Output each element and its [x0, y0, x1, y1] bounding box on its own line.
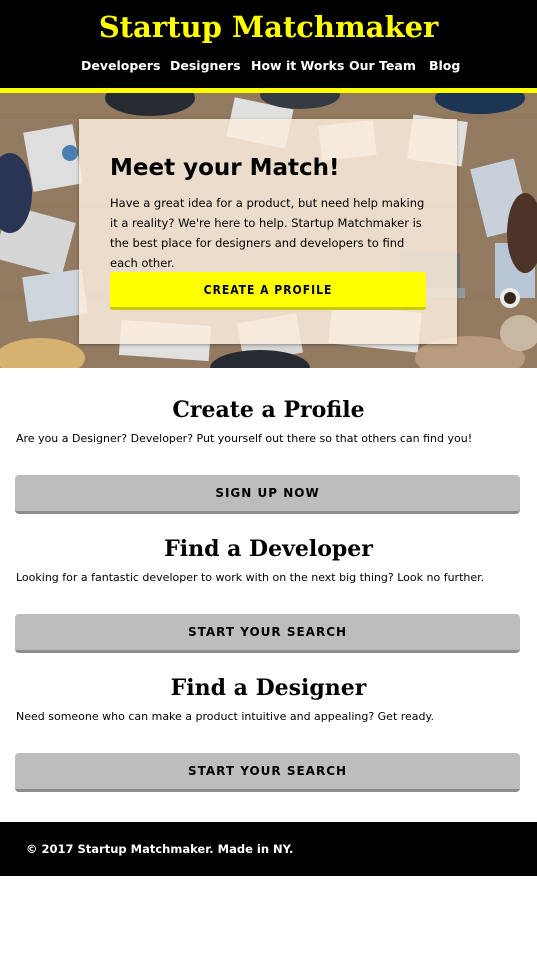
site-header: Startup Matchmaker Developers Designers … [0, 0, 537, 93]
nav-our-team[interactable]: Our Team [349, 58, 416, 73]
create-profile-button[interactable]: CREATE A PROFILE [110, 272, 426, 310]
nav-designers[interactable]: Designers [170, 58, 241, 73]
nav-developers[interactable]: Developers [81, 58, 160, 73]
developer-search-button[interactable]: START YOUR SEARCH [15, 614, 520, 653]
hero-section: Meet your Match! Have a great idea for a… [0, 93, 537, 368]
footer-copyright: © 2017 Startup Matchmaker. Made in NY. [26, 842, 294, 856]
section-title-find-designer: Find a Designer [170, 675, 367, 701]
designer-search-button[interactable]: START YOUR SEARCH [15, 753, 520, 792]
site-footer: © 2017 Startup Matchmaker. Made in NY. [0, 822, 537, 876]
hero-card: Meet your Match! Have a great idea for a… [79, 119, 457, 344]
hero-title: Meet your Match! [110, 155, 340, 181]
section-text-create-profile: Are you a Designer? Developer? Put yours… [16, 432, 473, 445]
nav-blog[interactable]: Blog [429, 58, 460, 73]
nav-how-it-works[interactable]: How it Works [251, 58, 344, 73]
site-brand[interactable]: Startup Matchmaker [0, 10, 537, 44]
hero-description: Have a great idea for a product, but nee… [110, 196, 425, 270]
sign-up-button[interactable]: SIGN UP NOW [15, 475, 520, 514]
section-title-create-profile: Create a Profile [172, 397, 365, 423]
main-nav: Developers Designers How it Works Our Te… [0, 58, 537, 78]
section-text-find-developer: Looking for a fantastic developer to wor… [16, 571, 485, 584]
section-title-find-developer: Find a Developer [164, 536, 373, 562]
section-text-find-designer: Need someone who can make a product intu… [16, 710, 434, 723]
